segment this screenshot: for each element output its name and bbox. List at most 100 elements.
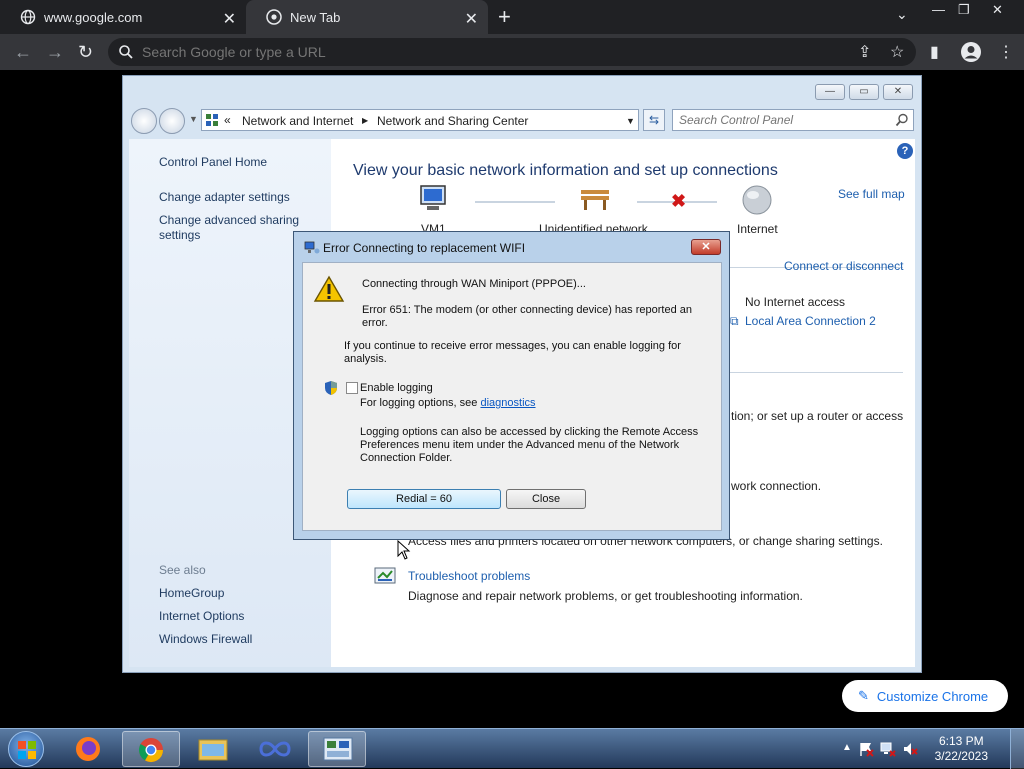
maximize-button[interactable]: ▭ [849, 84, 879, 100]
diagnostics-link[interactable]: diagnostics [480, 397, 535, 409]
close-window-button[interactable]: ✕ [992, 2, 1003, 18]
see-full-map-link[interactable]: See full map [838, 187, 905, 201]
taskbar-explorer[interactable] [184, 731, 242, 767]
troubleshoot-description: Diagnose and repair network problems, or… [408, 589, 803, 603]
action-center-flag-icon[interactable] [858, 741, 874, 757]
taskbar-chrome[interactable] [122, 731, 180, 767]
forward-button[interactable] [159, 108, 185, 134]
forward-arrow-icon[interactable]: → [46, 42, 64, 63]
share-icon[interactable]: ⇪ [858, 42, 871, 62]
tab-google[interactable]: www.google.com ✕ [0, 0, 246, 34]
close-button[interactable]: ✕ [883, 84, 913, 100]
search-input[interactable] [679, 112, 889, 128]
sidebar-change-adapter-settings[interactable]: Change adapter settings [159, 190, 290, 204]
chrome-icon [138, 738, 163, 763]
restore-button[interactable]: ❐ [958, 2, 970, 18]
bench-icon [581, 190, 609, 210]
customize-chrome-button[interactable]: ✎ Customize Chrome [842, 680, 1008, 712]
uac-shield-icon [325, 381, 337, 395]
logging-hint-line1: If you continue to receive error message… [344, 340, 681, 352]
tab-label: New Tab [290, 9, 341, 25]
profile-avatar-icon[interactable] [960, 41, 982, 63]
sidebar-change-advanced-sharing[interactable]: Change advanced sharing settings [159, 213, 309, 243]
recent-pages-chevron-icon[interactable]: ▼ [189, 114, 198, 124]
error-dialog: Error Connecting to replacement WIFI ✕ C… [293, 231, 730, 540]
sidebar-windows-firewall[interactable]: Windows Firewall [159, 632, 252, 646]
back-button[interactable] [131, 108, 157, 134]
address-dropdown-icon[interactable]: ▼ [626, 116, 635, 126]
breadcrumb-overflow[interactable]: « [224, 113, 231, 127]
clock-time: 6:13 PM [938, 734, 984, 748]
logging-options-prefix: For logging options, see [360, 397, 478, 409]
enable-logging-label[interactable]: Enable logging [360, 382, 433, 395]
search-box[interactable] [672, 109, 914, 131]
side-panel-icon[interactable]: ▮ [930, 42, 939, 62]
menu-kebab-icon[interactable]: ⋮ [998, 42, 1014, 62]
breadcrumb-separator-icon[interactable]: ▶ [362, 116, 368, 125]
access-type-value: No Internet access [745, 295, 846, 309]
bookmark-star-icon[interactable]: ☆ [890, 42, 904, 62]
logging-options-text: For logging options, see diagnostics [360, 397, 536, 410]
enable-logging-checkbox[interactable] [346, 382, 358, 394]
breadcrumb-sharing-center[interactable]: Network and Sharing Center [377, 114, 528, 128]
start-button[interactable] [8, 731, 44, 767]
connecting-text: Connecting through WAN Miniport (PPPOE).… [362, 278, 586, 290]
map-line [475, 201, 555, 203]
volume-muted-icon[interactable] [902, 741, 918, 757]
help-icon[interactable]: ? [897, 143, 913, 159]
chrome-icon [266, 9, 282, 25]
clock-date: 3/22/2023 [934, 749, 988, 763]
clock[interactable]: 6:13 PM 3/22/2023 [935, 734, 988, 764]
taskbar-firefox[interactable] [60, 731, 118, 767]
address-bar[interactable]: « Network and Internet ▶ Network and Sha… [201, 109, 639, 131]
sidebar-homegroup[interactable]: HomeGroup [159, 586, 224, 600]
dialog-close-icon[interactable]: ✕ [691, 239, 721, 255]
troubleshoot-icon [374, 567, 396, 584]
tab-close-icon[interactable]: ✕ [465, 9, 478, 29]
tab-search-chevron-icon[interactable]: ⌄ [896, 6, 908, 23]
dialog-title: Error Connecting to replacement WIFI [323, 241, 526, 255]
dialog-network-icon [304, 241, 320, 254]
omnibox[interactable] [108, 38, 916, 66]
taskbar-control-panel[interactable] [308, 731, 366, 767]
node-internet-label: Internet [737, 222, 778, 236]
folder-icon [198, 739, 228, 761]
search-icon[interactable] [895, 113, 909, 127]
minimize-button[interactable]: — [932, 2, 945, 17]
back-arrow-icon[interactable]: ← [14, 42, 32, 63]
troubleshoot-problems-link[interactable]: Troubleshoot problems [408, 569, 530, 583]
tab-strip: www.google.com ✕ New Tab ✕ + ⌄ — ❐ ✕ [0, 0, 1024, 34]
dialog-body: Connecting through WAN Miniport (PPPOE).… [302, 262, 722, 531]
logging-note-line2: Preferences menu item under the Advanced… [360, 439, 680, 451]
breadcrumb-network-and-internet[interactable]: Network and Internet [242, 114, 353, 128]
show-desktop-button[interactable] [1010, 729, 1024, 769]
reload-icon[interactable]: ↻ [78, 42, 93, 63]
windows-logo-icon [18, 741, 36, 759]
redial-button[interactable]: Redial = 60 [347, 489, 501, 509]
warning-icon [313, 275, 345, 302]
omnibox-input[interactable] [142, 42, 742, 62]
tab-label: www.google.com [44, 9, 143, 25]
logging-note-line3: Connection Folder. [360, 452, 453, 464]
close-button[interactable]: Close [506, 489, 586, 509]
refresh-button[interactable]: ⇆ [643, 109, 665, 131]
tray-expand-icon[interactable]: ▲ [842, 742, 852, 753]
tab-close-icon[interactable]: ✕ [223, 9, 236, 29]
minimize-button[interactable]: — [815, 84, 845, 100]
browser-toolbar: ← → ↻ ⇪ ☆ ▮ ⋮ [0, 34, 1024, 70]
local-area-connection-link[interactable]: Local Area Connection 2 [745, 314, 876, 328]
sidebar-internet-options[interactable]: Internet Options [159, 609, 244, 623]
sidebar-control-panel-home[interactable]: Control Panel Home [159, 155, 267, 169]
network-tray-icon[interactable] [880, 741, 896, 757]
pencil-icon: ✎ [858, 688, 869, 703]
connection-icon[interactable]: ⧉ [730, 314, 739, 329]
connect-or-disconnect-link[interactable]: Connect or disconnect [784, 259, 903, 273]
firefox-icon [76, 737, 100, 761]
control-panel-icon [323, 737, 353, 761]
new-tab-button[interactable]: + [498, 4, 511, 30]
network-center-icon [206, 114, 218, 126]
tab-new-tab[interactable]: New Tab ✕ [246, 0, 488, 34]
search-icon [119, 45, 133, 59]
globe-icon [20, 9, 36, 25]
taskbar-app[interactable] [246, 731, 304, 767]
